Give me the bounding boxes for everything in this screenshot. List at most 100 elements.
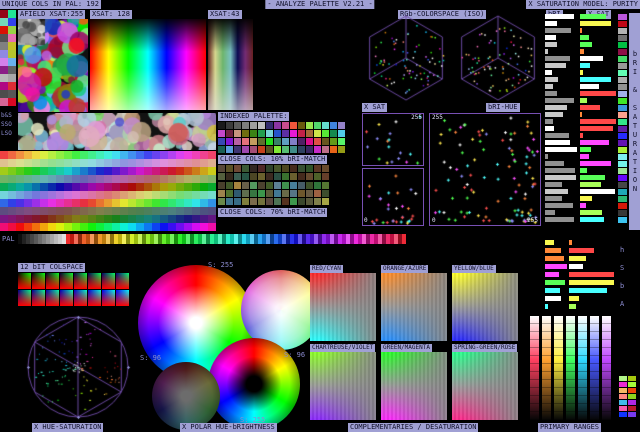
sorted-swatch [160,223,168,231]
sort-mode-label: LSO [1,130,12,137]
sorted-swatch [0,175,8,183]
close-color-swatch [306,182,313,189]
indexed-swatch [266,130,273,137]
indexed-swatch [250,138,257,145]
sorted-swatch [192,183,200,191]
close-color-swatch [306,198,313,205]
sorted-swatch [0,151,8,159]
channel-bar [569,288,607,293]
indexed-swatch [258,146,265,153]
sorted-swatch [96,159,104,167]
footer-hue-saturation: X HUE-SATURATION [32,423,104,432]
sorted-swatch [120,175,128,183]
bri-bar [545,35,556,40]
sorted-swatch [152,159,160,167]
sorted-swatch [88,191,96,199]
close-color-swatch [242,165,249,172]
indexed-swatch [282,122,289,129]
indexed-swatch [290,138,297,145]
indexed-swatch [226,130,233,137]
close-color-swatch [282,165,289,172]
sorted-swatch [24,159,32,167]
sorted-swatch [64,167,72,175]
indexed-swatch [242,138,249,145]
primary-ranges-columns [529,316,617,420]
sort-mode-label: SSO [1,121,12,128]
close-colors-10-grid [218,165,329,180]
indexed-swatch [322,122,329,129]
close-color-swatch [266,173,273,180]
channel-bar [569,248,594,253]
indexed-swatch [330,130,337,137]
sorted-swatch [104,199,112,207]
close-color-swatch [274,165,281,172]
sorted-swatch [80,175,88,183]
sorted-swatch [112,151,120,159]
sorted-swatch [64,175,72,183]
indexed-swatch [274,122,281,129]
close-color-swatch [322,165,329,172]
sorted-swatch [136,223,144,231]
sat-bar [580,112,582,117]
sorted-swatch [200,199,208,207]
channel-bar [569,256,586,261]
sorted-swatch [40,159,48,167]
indexed-swatch [338,122,345,129]
sorted-swatch [72,159,80,167]
sat-bar [580,119,616,124]
sorted-swatch [184,167,192,175]
indexed-swatch [298,122,305,129]
bri-sat-histogram [545,14,616,226]
palette-swatch [0,26,8,34]
sorted-swatch [200,191,208,199]
sorted-swatch [152,167,160,175]
close-color-swatch [298,165,305,172]
sorted-swatch [104,183,112,191]
sat-scatter-canvas [363,169,423,225]
sorted-swatch [200,223,208,231]
sorted-swatch [16,191,24,199]
sorted-swatch [128,191,136,199]
sat-bar [580,126,613,131]
mini-swatch [618,56,627,62]
palette-swatch [0,50,8,58]
close-color-swatch [218,198,225,205]
close-color-swatch [274,198,281,205]
palette-swatch [8,42,16,50]
mini-swatch [618,175,627,181]
sorted-swatch [200,175,208,183]
sorted-swatch [56,191,64,199]
bri-bar [545,84,553,89]
sorted-swatch [48,151,56,159]
close-color-swatch [322,190,329,197]
corner-swatch [619,376,627,381]
complementary-gradient [452,352,518,420]
sat-bar [580,63,590,68]
sort-mode-label: b&S [1,112,12,119]
mini-swatch [618,119,627,125]
indexed-swatch [298,130,305,137]
sorted-swatch [120,215,128,223]
complementary-gradient [452,273,518,341]
colspace-12bit-tiles [18,273,130,306]
close-color-swatch [226,198,233,205]
close-color-swatch [290,182,297,189]
sat-bar [580,21,611,26]
indexed-swatch [322,146,329,153]
close-color-swatch [258,182,265,189]
primary-range-column [578,316,587,420]
sorted-swatch [64,191,72,199]
bri-bar [545,140,570,145]
close-color-swatch [282,173,289,180]
bri-hue-scatter-canvas [430,114,540,225]
sorted-swatch [104,159,112,167]
sorted-swatch [160,183,168,191]
sorted-swatch [0,159,8,167]
close-color-swatch [250,182,257,189]
colspace-tile [46,290,59,306]
indexed-swatch [218,146,225,153]
channel-bar [545,248,561,253]
channel-bar [545,304,548,309]
indexed-swatch [314,138,321,145]
corner-swatch [628,394,636,399]
